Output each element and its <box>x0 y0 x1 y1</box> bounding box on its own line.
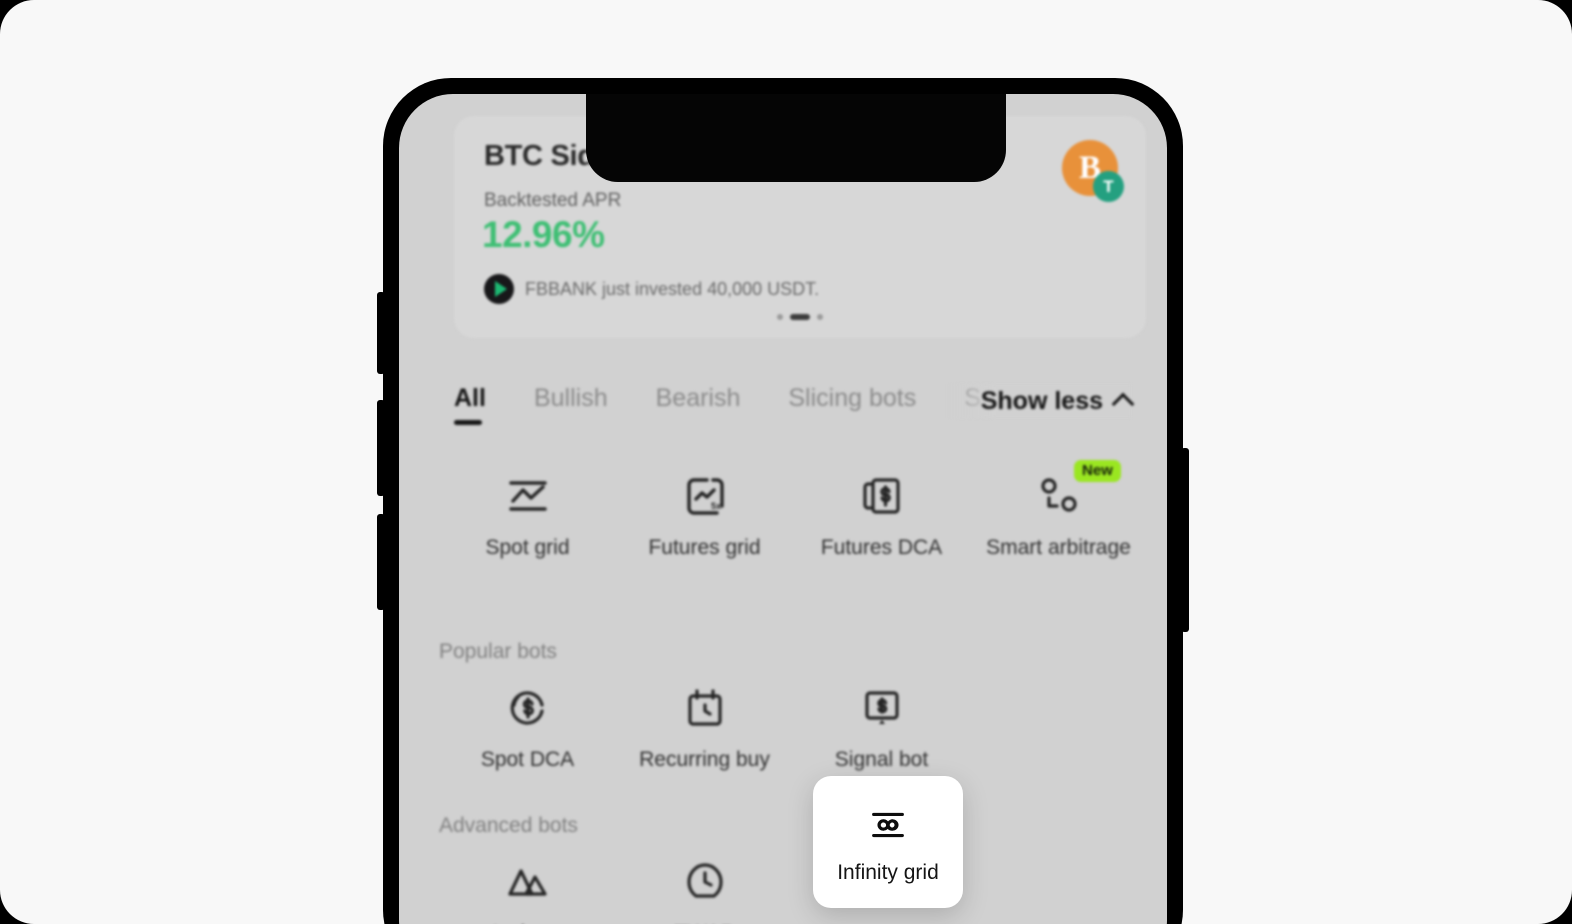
futures-grid-icon: 5x <box>681 468 729 524</box>
tab-all[interactable]: All <box>454 384 486 425</box>
coin-pair-badge: B T <box>1062 140 1124 202</box>
tab-bullish[interactable]: Bullish <box>534 384 608 425</box>
signal-bot-icon <box>858 680 906 736</box>
bot-item-signal-bot[interactable]: Signal bot <box>793 680 970 772</box>
promo-activity-text: FBBANK just invested 40,000 USDT. <box>525 278 820 299</box>
tab-slicing-bots[interactable]: Slicing bots <box>788 384 916 425</box>
phone-volume-down-button[interactable] <box>377 514 385 610</box>
bot-label: Futures grid <box>648 536 761 559</box>
bot-item-twap[interactable]: TWAP <box>616 854 793 924</box>
show-less-button[interactable]: Show less <box>946 384 1135 418</box>
new-badge: New <box>1074 460 1121 482</box>
section-title-advanced: Advanced bots <box>439 814 578 837</box>
phone-mute-switch[interactable] <box>377 292 385 374</box>
phone-power-button[interactable] <box>1181 448 1189 632</box>
phone-notch <box>586 94 1006 182</box>
tab-bearish[interactable]: Bearish <box>656 384 741 425</box>
advanced-bots-row: Iceberg TWAP Inf <box>439 854 1139 924</box>
bot-label: Smart arbitrage <box>986 536 1131 559</box>
spot-grid-icon <box>504 468 552 524</box>
bot-label: Futures DCA <box>820 536 943 559</box>
phone-volume-up-button[interactable] <box>377 400 385 496</box>
promo-title: BTC Sid <box>484 140 595 172</box>
svg-text:5x: 5x <box>711 501 721 511</box>
infinity-grid-icon <box>865 799 911 851</box>
page-root: BTC Sid Backtested APR 12.96% FBBANK jus… <box>0 0 1572 924</box>
chevron-up-icon <box>1111 392 1135 415</box>
popular-bots-row: Spot DCA Recurring buy Signal bot <box>439 680 1139 772</box>
promo-activity-row: FBBANK just invested 40,000 USDT. <box>484 274 819 304</box>
bot-item-iceberg[interactable]: Iceberg <box>439 854 616 924</box>
promo-apr-label: Backtested APR <box>484 190 622 211</box>
show-less-label: Show less <box>980 386 1103 415</box>
featured-bots-row: Spot grid 5x Futures grid Futures DCA Ne… <box>439 460 1139 560</box>
bot-label: Recurring buy <box>639 748 770 771</box>
bot-item-spot-dca[interactable]: Spot DCA <box>439 680 616 772</box>
bot-item-smart-arbitrage[interactable]: New Smart arbitrage <box>970 460 1147 560</box>
bot-item-spot-grid[interactable]: Spot grid <box>439 468 616 560</box>
spot-dca-icon <box>504 680 552 736</box>
carousel-dot-active[interactable] <box>790 314 810 320</box>
promo-apr-value: 12.96% <box>482 214 605 255</box>
bot-label: Spot grid <box>485 536 570 559</box>
bot-label: Infinity grid <box>837 861 939 884</box>
bot-label: Spot DCA <box>480 748 575 771</box>
carousel-dot[interactable] <box>777 314 783 320</box>
carousel-page-dots[interactable] <box>454 314 1146 320</box>
phone-device-frame: BTC Sid Backtested APR 12.96% FBBANK jus… <box>377 78 1189 924</box>
futures-dca-icon <box>858 468 906 524</box>
bot-item-infinity-grid[interactable]: Infinity grid <box>813 776 963 908</box>
bot-item-futures-dca[interactable]: Futures DCA <box>793 468 970 560</box>
app-content: BTC Sid Backtested APR 12.96% FBBANK jus… <box>399 94 1167 924</box>
phone-screen: BTC Sid Backtested APR 12.96% FBBANK jus… <box>399 94 1167 924</box>
carousel-dot[interactable] <box>817 314 823 320</box>
iceberg-icon <box>504 854 552 910</box>
bot-label: Signal bot <box>834 748 929 771</box>
bot-item-recurring-buy[interactable]: Recurring buy <box>616 680 793 772</box>
section-title-popular: Popular bots <box>439 640 557 663</box>
usdt-icon: T <box>1093 171 1124 202</box>
bot-item-futures-grid[interactable]: 5x Futures grid <box>616 468 793 560</box>
twap-icon <box>681 854 729 910</box>
play-avatar-icon <box>484 274 514 304</box>
recurring-buy-icon <box>681 680 729 736</box>
